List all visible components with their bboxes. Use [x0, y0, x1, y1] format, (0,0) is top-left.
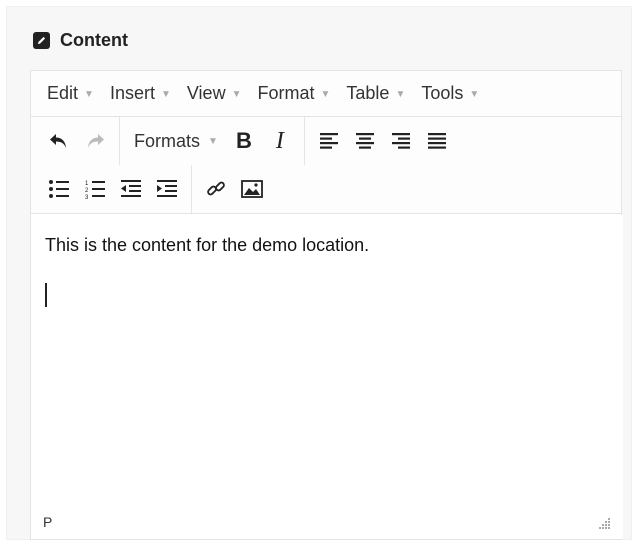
svg-text:3: 3: [85, 195, 89, 199]
chevron-down-icon: ▼: [231, 89, 242, 100]
italic-icon: I: [275, 127, 284, 154]
chevron-down-icon: ▼: [208, 135, 218, 147]
editor-content-area[interactable]: This is the content for the demo locatio…: [31, 215, 623, 505]
numbered-list-button[interactable]: 1 2 3: [77, 172, 113, 206]
align-left-button[interactable]: [311, 124, 347, 158]
statusbar: P: [31, 505, 623, 539]
link-button[interactable]: [198, 172, 234, 206]
toolbar-row-2: 1 2 3: [35, 165, 621, 213]
bullet-list-button[interactable]: [41, 172, 77, 206]
menu-table[interactable]: Table ▼: [340, 71, 415, 117]
menu-label: Insert: [109, 83, 155, 103]
bold-button[interactable]: B: [226, 124, 262, 158]
align-left-icon: [319, 133, 338, 149]
menu-tools[interactable]: Tools ▼: [415, 71, 489, 117]
undo-icon: [50, 134, 66, 148]
indent-icon: [157, 180, 177, 197]
content-paragraph: This is the content for the demo locatio…: [45, 235, 370, 255]
bullet-list-icon: [49, 180, 69, 198]
formats-dropdown[interactable]: Formats ▼: [126, 124, 226, 158]
align-right-icon: [391, 133, 410, 149]
chevron-down-icon: ▼: [320, 89, 331, 100]
outdent-icon: [121, 180, 141, 197]
menu-label: View: [186, 83, 226, 103]
menu-edit[interactable]: Edit ▼: [41, 71, 104, 117]
toolbar: Formats ▼ B I 1 2 3: [31, 117, 621, 214]
menu-format[interactable]: Format ▼: [251, 71, 340, 117]
edit-square-icon: [33, 31, 50, 49]
align-justify-icon: [427, 133, 446, 149]
toolbar-row-1: Formats ▼ B I: [35, 117, 621, 165]
insert-group: [192, 165, 276, 213]
chevron-down-icon: ▼: [395, 89, 406, 100]
menu-label: Edit: [47, 83, 79, 103]
outdent-button[interactable]: [113, 172, 149, 206]
image-button[interactable]: [234, 172, 270, 206]
svg-text:2: 2: [85, 188, 89, 194]
image-icon: [241, 180, 263, 198]
numbered-list-icon: 1 2 3: [85, 181, 105, 199]
formats-label: Formats: [134, 130, 201, 151]
align-center-icon: [355, 133, 374, 149]
menu-label: Tools: [421, 83, 464, 103]
redo-button[interactable]: [77, 124, 113, 158]
format-group: Formats ▼ B I: [120, 117, 305, 165]
chevron-down-icon: ▼: [160, 89, 171, 100]
align-center-button[interactable]: [347, 124, 383, 158]
menubar: Edit ▼ Insert ▼ View ▼ Format ▼ Table ▼ …: [31, 71, 621, 117]
align-right-button[interactable]: [383, 124, 419, 158]
history-group: [35, 117, 120, 165]
redo-icon: [88, 134, 104, 148]
list-group: 1 2 3: [35, 165, 192, 213]
panel-header: Content: [33, 27, 128, 53]
undo-button[interactable]: [41, 124, 77, 158]
bold-icon: B: [235, 128, 252, 153]
align-group: [305, 117, 461, 165]
menu-label: Format: [257, 83, 315, 103]
chevron-down-icon: ▼: [84, 89, 94, 100]
indent-button[interactable]: [149, 172, 185, 206]
resize-handle-icon[interactable]: [599, 516, 611, 529]
align-justify-button[interactable]: [419, 124, 455, 158]
text-cursor: [45, 283, 47, 307]
element-path[interactable]: P: [43, 514, 52, 530]
svg-text:1: 1: [85, 181, 89, 187]
rich-text-editor: Edit ▼ Insert ▼ View ▼ Format ▼ Table ▼ …: [30, 70, 623, 540]
menu-label: Table: [346, 83, 390, 103]
menu-view[interactable]: View ▼: [181, 71, 252, 117]
menu-insert[interactable]: Insert ▼: [104, 71, 181, 117]
chevron-down-icon: ▼: [469, 89, 480, 100]
italic-button[interactable]: I: [262, 124, 298, 158]
panel-title: Content: [60, 29, 128, 50]
link-icon: [207, 181, 225, 196]
